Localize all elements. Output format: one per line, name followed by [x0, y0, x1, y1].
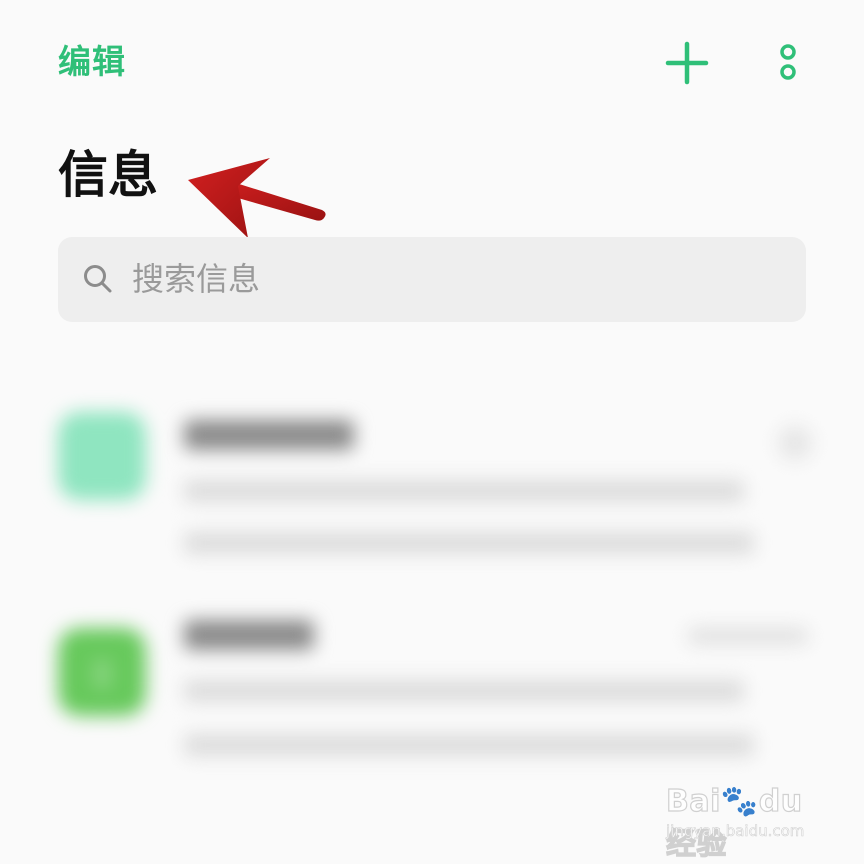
new-message-button[interactable]: [664, 40, 710, 86]
search-input[interactable]: 搜索信息: [58, 237, 806, 322]
paw-icon: 🐾: [720, 783, 759, 819]
conversation-item[interactable]: ▯: [58, 596, 818, 776]
conversation-indicator: [778, 426, 812, 460]
conversation-name: [184, 420, 354, 450]
plus-icon: [665, 41, 709, 85]
messages-screen: 编辑 信息 搜索信息 ▯ Bai🐾du经验 jingyan.baidu.com: [0, 0, 864, 864]
conversation-name: [184, 620, 314, 650]
conversation-list[interactable]: ▯: [0, 370, 864, 790]
more-options-button[interactable]: [774, 42, 802, 84]
conversation-preview: [184, 734, 754, 756]
search-placeholder: 搜索信息: [132, 260, 261, 298]
page-title: 信息: [58, 146, 158, 204]
conversation-item[interactable]: [58, 380, 818, 560]
avatar: [58, 412, 146, 500]
avatar: ▯: [58, 628, 146, 716]
conversation-time: [688, 628, 808, 644]
conversation-preview: [184, 532, 754, 554]
annotation-arrow: [180, 150, 330, 245]
search-icon: [84, 265, 112, 293]
red-arrow-icon: [188, 158, 326, 238]
edit-button[interactable]: 编辑: [58, 40, 126, 84]
baidu-watermark: Bai🐾du经验 jingyan.baidu.com: [660, 770, 830, 862]
conversation-preview: [184, 680, 744, 702]
avatar-glyph: ▯: [93, 654, 111, 690]
more-vertical-icon: [780, 44, 796, 80]
watermark-url: jingyan.baidu.com: [666, 822, 805, 841]
conversation-preview: [184, 480, 744, 502]
